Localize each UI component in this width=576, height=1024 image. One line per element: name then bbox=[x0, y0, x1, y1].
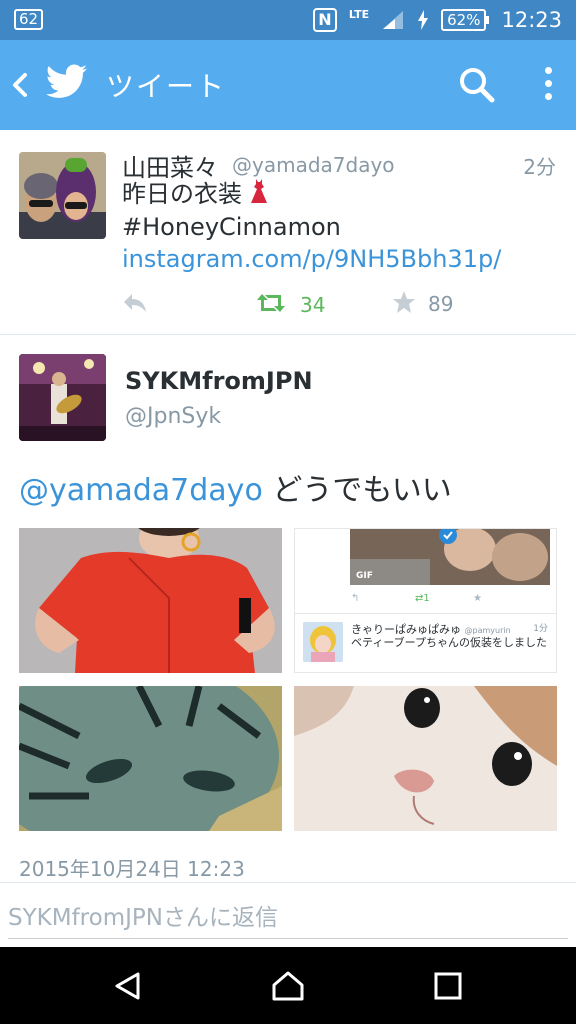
favorite-button[interactable]: 89 bbox=[392, 290, 453, 318]
overflow-menu-icon[interactable] bbox=[536, 64, 560, 108]
tweet-time: 2分 bbox=[523, 155, 556, 179]
retweet-icon bbox=[256, 292, 286, 318]
twitter-bird-icon[interactable] bbox=[45, 64, 88, 104]
charging-icon bbox=[417, 10, 429, 30]
home-nav-icon[interactable] bbox=[243, 947, 333, 1024]
notification-badge: 62 bbox=[14, 9, 44, 30]
embedded-text: ベティーブープちゃんの仮装をしました bbox=[351, 636, 548, 649]
embedded-time: 1分 bbox=[533, 624, 548, 634]
tweet-detail-screen: 62 N LTE 62% 12:23 ツイート 山田菜々 @yamada7day… bbox=[0, 0, 576, 1024]
app-bar: ツイート bbox=[0, 40, 576, 130]
embedded-avatar bbox=[303, 622, 343, 662]
gif-label: GIF bbox=[356, 571, 373, 581]
favorite-count: 89 bbox=[428, 292, 454, 316]
tweet-text-body: どうでもいい bbox=[272, 473, 452, 508]
hashtag-link[interactable]: #HoneyCinnamon bbox=[122, 213, 341, 241]
author-name[interactable]: SYKMfromJPN bbox=[125, 367, 313, 395]
screen-title: ツイート bbox=[106, 70, 227, 103]
status-bar: 62 N LTE 62% 12:23 bbox=[0, 0, 576, 40]
tweet-text-line: 昨日の衣装 bbox=[122, 180, 242, 208]
network-type: LTE bbox=[348, 7, 370, 21]
clock: 12:23 bbox=[501, 8, 562, 32]
tweet-actions: 34 89 bbox=[0, 290, 576, 320]
status-icons: N LTE 62% 12:23 bbox=[312, 0, 562, 40]
tweet-photo[interactable] bbox=[19, 686, 282, 831]
tweet-date: 2015年10月24日 12:23 bbox=[19, 857, 245, 881]
tweet-text: @yamada7dayo どうでもいい bbox=[19, 465, 452, 509]
reply-bar bbox=[0, 882, 576, 946]
retweet-button[interactable]: 34 bbox=[256, 292, 325, 318]
avatar[interactable] bbox=[19, 354, 106, 441]
mention-link[interactable]: @yamada7dayo bbox=[19, 473, 263, 508]
search-icon[interactable] bbox=[458, 66, 496, 108]
battery-icon: 62% bbox=[441, 9, 490, 31]
recents-nav-icon[interactable] bbox=[403, 947, 493, 1024]
back-icon[interactable] bbox=[8, 67, 36, 103]
tweet-text: 昨日の衣装 #HoneyCinnamon instagram.com/p/9NH… bbox=[122, 178, 552, 275]
back-nav-icon[interactable] bbox=[83, 947, 173, 1024]
tweet-photo[interactable] bbox=[19, 528, 282, 673]
reply-input[interactable] bbox=[8, 897, 568, 939]
reply-icon[interactable] bbox=[122, 292, 148, 318]
tweet-photo-screenshot[interactable]: GIF ↰ ⇄ 1 ★ きゃりーぱみゅぱみゅ @pamyurin 1分 ベティー… bbox=[294, 528, 557, 673]
instagram-link[interactable]: instagram.com/p/9NH5Bbh31p/ bbox=[122, 245, 501, 273]
nfc-icon: N bbox=[312, 8, 337, 32]
avatar[interactable] bbox=[19, 152, 106, 239]
tweet-photo[interactable] bbox=[294, 686, 557, 831]
dress-icon bbox=[250, 179, 268, 211]
star-icon bbox=[392, 290, 416, 318]
author-handle[interactable]: @yamada7dayo bbox=[232, 153, 395, 177]
signal-icon bbox=[381, 9, 405, 31]
system-nav-bar bbox=[0, 947, 576, 1024]
tweet-item[interactable]: 山田菜々 @yamada7dayo 2分 昨日の衣装 #HoneyCinnamo… bbox=[0, 130, 576, 335]
embedded-author-handle: @pamyurin bbox=[464, 626, 511, 635]
embedded-gif-image: GIF bbox=[350, 529, 550, 585]
author-handle[interactable]: @JpnSyk bbox=[125, 404, 221, 429]
retweet-count: 34 bbox=[300, 293, 326, 317]
battery-level: 62% bbox=[441, 9, 487, 31]
embedded-retweet-count: 1 bbox=[423, 593, 430, 604]
